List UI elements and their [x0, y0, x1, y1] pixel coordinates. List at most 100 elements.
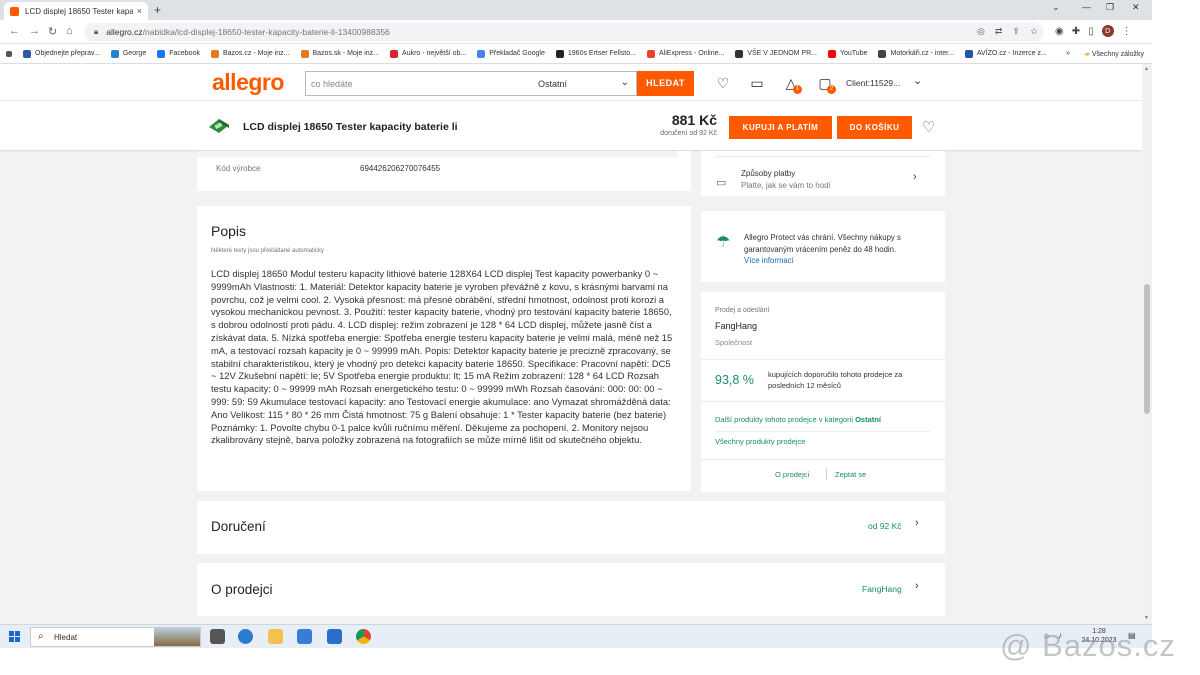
bookmark-item[interactable]: Bazos.cz - Moje inz...: [210, 49, 290, 58]
about-seller-chevron-icon[interactable]: ›: [915, 580, 919, 592]
scroll-down-icon[interactable]: ▼: [1144, 615, 1149, 621]
bookmark-item[interactable]: Motorkáři.cz - inter...: [878, 49, 954, 58]
about-seller-link[interactable]: O prodejci: [775, 470, 809, 479]
home-icon[interactable]: ⌂: [66, 25, 73, 37]
add-to-cart-button[interactable]: DO KOŠÍKU: [837, 116, 912, 139]
lock-icon: 🔒︎: [94, 27, 99, 36]
store-icon[interactable]: [297, 629, 312, 644]
bookmark-label: Motorkáři.cz - inter...: [890, 50, 954, 57]
bookmark-item[interactable]: Objednejte přeprav...: [23, 49, 100, 58]
bookmark-label: AliExpress - Online...: [658, 50, 725, 57]
delivery-chevron-icon[interactable]: ›: [915, 517, 919, 529]
forward-icon[interactable]: →: [29, 25, 40, 37]
page-scrollbar[interactable]: ▲ ▼: [1142, 64, 1152, 624]
ask-seller-link[interactable]: Zeptat se: [835, 470, 866, 479]
bookmark-label: Bazos.cz - Moje inz...: [222, 50, 290, 57]
bookmark-favicon-icon: [23, 49, 31, 58]
bookmark-label: YouTube: [839, 50, 868, 57]
bookmark-item[interactable]: AliExpress - Online...: [646, 49, 725, 58]
scrollbar-thumb[interactable]: [1144, 284, 1150, 414]
delivery-section[interactable]: [197, 501, 945, 554]
mail-icon[interactable]: [327, 629, 342, 644]
bookmark-item[interactable]: YouTube: [827, 49, 868, 58]
seller-more-products-link[interactable]: Další produkty tohoto prodejce v kategor…: [715, 415, 881, 424]
task-view-icon[interactable]: [210, 629, 225, 644]
account-name[interactable]: Client:11529...: [846, 78, 900, 88]
puzzle-icon[interactable]: ✚: [1072, 26, 1080, 37]
search-button[interactable]: HLEDAT: [637, 71, 694, 96]
address-bar[interactable]: 🔒︎ allegro.cz/nabidka/lcd-displej-18650-…: [84, 23, 1044, 41]
more-info-link[interactable]: Více informací: [744, 256, 794, 265]
allegro-favicon-icon: [10, 6, 19, 16]
bookmark-item[interactable]: AVÍZO.cz - Inzerce z...: [964, 49, 1047, 58]
account-chevron-icon[interactable]: ⌄: [913, 74, 922, 87]
window-close-icon[interactable]: ✕: [1132, 2, 1140, 13]
taskbar-search[interactable]: ⌕ Hledat: [30, 627, 201, 647]
bookmark-item[interactable]: VŠE V JEDNOM PR...: [735, 49, 817, 58]
chrome-icon[interactable]: [356, 629, 371, 644]
scroll-up-icon[interactable]: ▲: [1144, 66, 1149, 72]
seller-all-products-link[interactable]: Všechny produkty prodejce: [715, 437, 805, 446]
google-lens-icon[interactable]: ◎: [977, 26, 985, 37]
file-explorer-icon[interactable]: [268, 629, 283, 644]
bookmarks-overflow-icon[interactable]: »: [1066, 50, 1070, 57]
tab-search-icon[interactable]: ⌄: [1052, 2, 1060, 13]
delivery-price: od 92 Kč: [868, 521, 902, 531]
back-icon[interactable]: ←: [9, 25, 20, 37]
search-input[interactable]: co hledáte: [305, 71, 532, 96]
browser-tab-bar: LCD displej 18650 Tester kapacit × + ⌄ —…: [0, 0, 1152, 20]
delivery-price-note: doručení od 92 Kč: [660, 130, 717, 137]
bookmark-favicon-icon: [390, 49, 399, 58]
seller-name[interactable]: FangHang: [715, 321, 757, 331]
search-icon: ⌕: [38, 631, 44, 642]
chevron-right-icon[interactable]: ›: [913, 171, 917, 183]
bookmark-item[interactable]: 1960s Ertser Fellsto...: [555, 49, 636, 58]
bookmark-favicon-icon: [827, 49, 836, 58]
bookmark-favicon-icon: [477, 49, 486, 58]
bookmark-item[interactable]: Aukro - největší ob...: [390, 49, 466, 58]
about-seller-section[interactable]: [197, 563, 945, 616]
chat-icon[interactable]: ▭: [749, 75, 765, 91]
bookmark-star-icon[interactable]: ☆: [1030, 26, 1038, 37]
screenshot: LCD displej 18650 Tester kapacit × + ⌄ —…: [0, 0, 1200, 675]
bookmark-item[interactable]: George: [110, 49, 147, 58]
allegro-logo[interactable]: allegro: [212, 69, 284, 96]
restore-icon[interactable]: ❐: [1106, 2, 1114, 13]
parameters-card: Kód výrobce 694426206270076455: [197, 151, 691, 191]
bookmark-item[interactable]: Překladač Google: [477, 49, 545, 58]
reload-icon[interactable]: ↻: [48, 25, 57, 38]
heart-icon[interactable]: ♡: [715, 75, 731, 91]
extension-icon[interactable]: ◉: [1055, 26, 1064, 37]
windows-start-icon[interactable]: [9, 631, 20, 642]
share-icon[interactable]: ⇪: [1012, 26, 1020, 37]
new-tab-button[interactable]: +: [154, 3, 161, 17]
minimize-icon[interactable]: —: [1082, 2, 1091, 12]
all-bookmarks-folder[interactable]: ▰ Všechny záložky: [1085, 50, 1144, 58]
menu-kebab-icon[interactable]: ⋮: [1122, 26, 1132, 37]
side-panel-icon[interactable]: ▯: [1088, 26, 1094, 37]
browser-tab[interactable]: LCD displej 18650 Tester kapacit ×: [4, 2, 148, 20]
profile-avatar[interactable]: D: [1101, 25, 1114, 37]
bookmark-favicon-icon: [735, 49, 744, 58]
apps-grid-icon[interactable]: [6, 50, 12, 57]
bookmark-label: George: [122, 50, 147, 57]
product-title: LCD displej 18650 Tester kapacity bateri…: [243, 121, 458, 133]
favorite-heart-icon[interactable]: ♡: [922, 118, 935, 136]
allegro-header: allegro co hledáte Ostatní ⌄ HLEDAT ♡ ▭ …: [0, 64, 1142, 101]
seller-type: Společnost: [715, 338, 753, 347]
tab-title: LCD displej 18650 Tester kapacit: [25, 6, 133, 16]
auto-translate-note: Některé texty jsou překládané automatick…: [211, 248, 325, 254]
wallet-icon: ▭: [716, 177, 727, 189]
tab-close-icon[interactable]: ×: [137, 6, 142, 16]
product-thumbnail[interactable]: [207, 115, 231, 137]
taskbar-search-label: Hledat: [54, 633, 78, 642]
omnibox-actions: ◎ ⇄ ⇪ ☆: [977, 26, 1038, 37]
param-label: Kód výrobce: [216, 164, 261, 173]
buy-now-button[interactable]: KUPUJI A PLATÍM: [729, 116, 832, 139]
bookmark-item[interactable]: Bazos.sk - Moje inz...: [300, 49, 379, 58]
bookmark-label: AVÍZO.cz - Inzerce z...: [976, 50, 1047, 57]
category-select[interactable]: Ostatní ⌄: [531, 71, 637, 96]
edge-icon[interactable]: [238, 629, 253, 644]
translate-icon[interactable]: ⇄: [995, 26, 1003, 37]
bookmark-item[interactable]: Facebook: [157, 49, 200, 58]
